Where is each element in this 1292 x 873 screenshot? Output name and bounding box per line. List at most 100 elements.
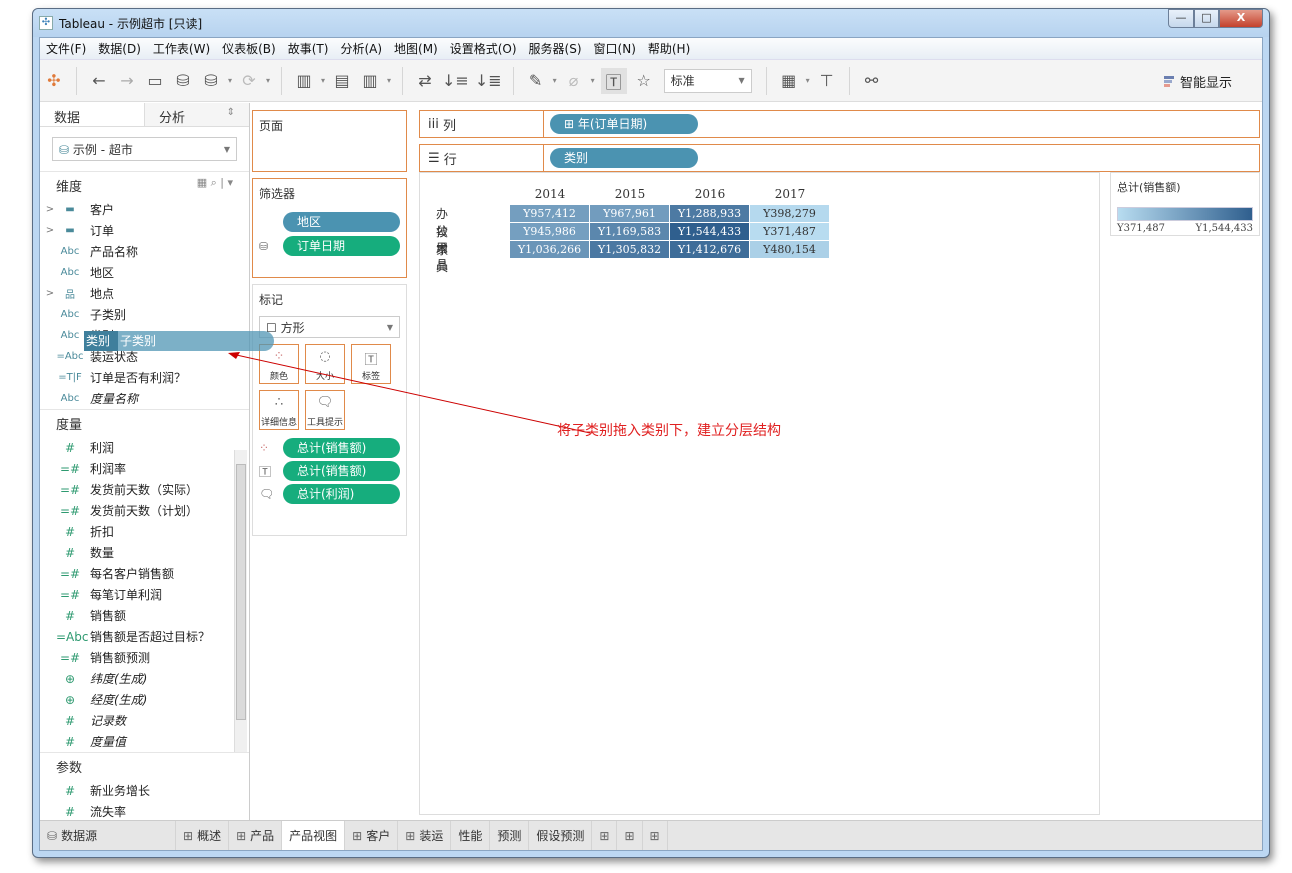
heatmap-cell[interactable]: Y1,305,832 <box>590 241 669 258</box>
heatmap-cell[interactable]: Y1,169,583 <box>590 223 669 240</box>
search-icon[interactable]: ⌕ <box>211 176 217 189</box>
heatmap-cell[interactable]: Y1,544,433 <box>670 223 749 240</box>
field-item[interactable]: # 利润 <box>40 437 249 458</box>
menu-item[interactable]: 工作表(W) <box>147 40 216 57</box>
redo-button[interactable]: → <box>116 68 138 94</box>
filter-pill-order-date[interactable]: 订单日期 <box>283 236 400 256</box>
heatmap-cell[interactable]: Y371,487 <box>750 223 829 240</box>
field-item[interactable]: =Abc 销售额是否超过目标？ <box>40 626 249 647</box>
group-dropdown[interactable]: ▾ <box>589 68 597 94</box>
menu-item[interactable]: 服务器(S) <box>523 40 588 57</box>
field-item[interactable]: =# 发货前天数（实际） <box>40 479 249 500</box>
field-item[interactable]: Abc 产品名称 <box>40 241 249 262</box>
field-item[interactable]: # 度量值 <box>40 731 249 752</box>
menu-dropdown-icon[interactable]: ▾ <box>227 176 233 189</box>
sheet-tab[interactable]: 预测 <box>490 821 530 850</box>
measures-scrollbar[interactable] <box>234 450 247 752</box>
field-item[interactable]: Abc 子类别 <box>40 304 249 325</box>
sheet-tab[interactable]: ⛁ 数据源 <box>40 821 176 850</box>
menu-item[interactable]: 文件(F) <box>40 40 92 57</box>
columns-shelf[interactable]: iii 列 ⊞ 年(订单日期) <box>419 110 1260 138</box>
heatmap-cell[interactable]: Y1,288,933 <box>670 205 749 222</box>
share-button[interactable]: ⚯ <box>861 68 883 94</box>
mark-pill-label[interactable]: 总计(销售额) <box>283 461 400 481</box>
detail-button[interactable]: ∴ 详细信息 <box>259 390 299 430</box>
show-cards-button[interactable]: ▦ <box>778 68 800 94</box>
rows-pill-category[interactable]: 类别 <box>550 148 698 168</box>
expand-arrow-icon[interactable]: > <box>44 225 56 236</box>
tab-data[interactable]: 数据 <box>40 103 144 126</box>
field-item[interactable]: # 折扣 <box>40 521 249 542</box>
rows-shelf[interactable]: ☰ 行 类别 <box>419 144 1260 172</box>
filters-shelf[interactable]: 筛选器 地区 ⛁ 订单日期 <box>252 178 407 278</box>
new-worksheet-dropdown[interactable]: ▾ <box>319 68 327 94</box>
field-item[interactable]: # 记录数 <box>40 710 249 731</box>
sort-ascending-button[interactable]: ↓≡ <box>442 68 469 94</box>
sheet-tab[interactable]: ⊞ 产品 <box>229 821 283 850</box>
heatmap-cell[interactable]: Y398,279 <box>750 205 829 222</box>
datasource-select[interactable]: ⛁ 示例 - 超市 ▼ <box>52 137 237 161</box>
field-item[interactable]: =# 销售额预测 <box>40 647 249 668</box>
color-legend[interactable]: 总计(销售额) Y371,487 Y1,544,433 <box>1110 172 1260 236</box>
save-button[interactable]: ▭ <box>144 68 166 94</box>
sort-descending-button[interactable]: ↓≣ <box>475 68 502 94</box>
mark-type-select[interactable]: ☐ 方形 ▼ <box>259 316 400 338</box>
heatmap-cell[interactable]: Y967,961 <box>590 205 669 222</box>
highlight-dropdown[interactable]: ▾ <box>551 68 559 94</box>
expand-arrow-icon[interactable]: > <box>44 288 56 299</box>
columns-pill-year[interactable]: ⊞ 年(订单日期) <box>550 114 698 134</box>
menu-item[interactable]: 帮助(H) <box>642 40 696 57</box>
mark-pill-color[interactable]: 总计(销售额) <box>283 438 400 458</box>
show-me-button[interactable]: 智能显示 <box>1163 72 1232 91</box>
pause-updates-button[interactable]: ⛁ <box>200 68 222 94</box>
field-item[interactable]: > ▬ 客户 <box>40 199 249 220</box>
field-item[interactable]: # 销售额 <box>40 605 249 626</box>
heatmap-cell[interactable]: Y945,986 <box>510 223 589 240</box>
field-item[interactable]: =T|F 订单是否有利润？ <box>40 367 249 388</box>
new-dashboard-tab-button[interactable]: ⊞ <box>617 821 643 850</box>
field-item[interactable]: =# 利润率 <box>40 458 249 479</box>
view-canvas[interactable]: 2014 2015 2016 2017 办公用品 Y957,412 Y967,961 Y1,2… <box>419 172 1100 815</box>
heatmap-cell[interactable]: Y957,412 <box>510 205 589 222</box>
sheet-tab[interactable]: 假设预测 <box>529 821 593 850</box>
pause-dropdown[interactable]: ▾ <box>226 68 234 94</box>
heatmap-cell[interactable]: Y1,412,676 <box>670 241 749 258</box>
menu-item[interactable]: 故事(T) <box>282 40 335 57</box>
expand-arrow-icon[interactable]: > <box>44 204 56 215</box>
label-button[interactable]: 🅃 标签 <box>351 344 391 384</box>
field-item[interactable]: Abc 地区 <box>40 262 249 283</box>
menu-item[interactable]: 地图(M) <box>388 40 444 57</box>
sheet-tab[interactable]: ⊞ 客户 <box>345 821 399 850</box>
refresh-dropdown[interactable]: ▾ <box>264 68 272 94</box>
tableau-home-icon[interactable]: ✣ <box>43 68 65 94</box>
sheet-tab[interactable]: 性能 <box>451 821 491 850</box>
filter-pill-region[interactable]: 地区 <box>283 212 400 232</box>
tab-analysis[interactable]: 分析 ⇕ <box>144 103 249 126</box>
show-labels-button[interactable]: 🅃 <box>600 67 627 94</box>
undo-button[interactable]: ← <box>88 68 110 94</box>
clear-sheet-button[interactable]: ▥ <box>359 68 381 94</box>
field-item[interactable]: # 新业务增长 <box>40 780 249 801</box>
field-item[interactable]: # 数量 <box>40 542 249 563</box>
menu-item[interactable]: 仪表板(B) <box>216 40 282 57</box>
field-item[interactable]: # 流失率 <box>40 801 249 822</box>
menu-item[interactable]: 窗口(N) <box>588 40 642 57</box>
close-button[interactable]: X <box>1219 9 1263 28</box>
field-item[interactable]: ⊕ 纬度(生成) <box>40 668 249 689</box>
heatmap-cell[interactable]: Y1,036,266 <box>510 241 589 258</box>
menu-item[interactable]: 数据(D) <box>92 40 147 57</box>
presentation-mode-button[interactable]: ⊤ <box>816 68 838 94</box>
sheet-tab[interactable]: 产品视图 <box>282 821 346 850</box>
mark-pill-tooltip[interactable]: 总计(利润) <box>283 484 400 504</box>
size-button[interactable]: ◌ 大小 <box>305 344 345 384</box>
new-worksheet-tab-button[interactable]: ⊞ <box>592 821 618 850</box>
fit-select[interactable]: 标准 ▼ <box>663 68 752 93</box>
field-item[interactable]: Abc 度量名称 <box>40 388 249 409</box>
refresh-button[interactable]: ⟳ <box>238 68 260 94</box>
new-story-tab-button[interactable]: ⊞ <box>643 821 668 850</box>
clear-dropdown[interactable]: ▾ <box>385 68 393 94</box>
new-worksheet-button[interactable]: ▥ <box>293 68 315 94</box>
field-item[interactable]: > ▬ 订单 <box>40 220 249 241</box>
field-item[interactable]: =# 每名客户销售额 <box>40 563 249 584</box>
minimize-button[interactable]: — <box>1168 9 1194 28</box>
